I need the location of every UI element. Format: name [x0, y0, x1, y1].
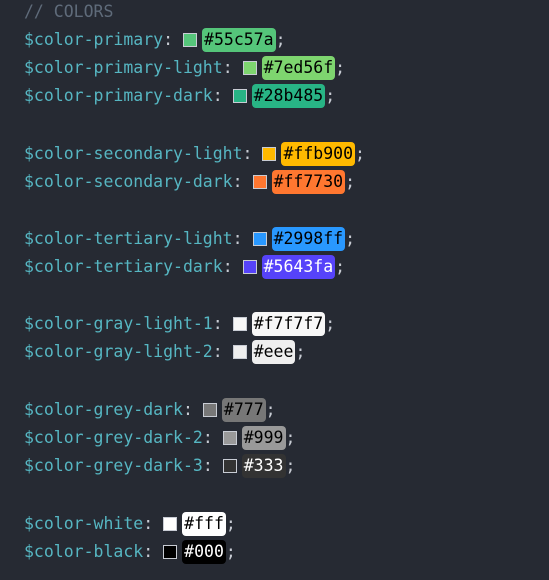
semicolon: ; — [275, 30, 286, 49]
code-line: $color-primary-dark: #28b485; — [24, 82, 335, 110]
color-swatch[interactable] — [183, 33, 198, 47]
color-swatch[interactable] — [232, 345, 247, 359]
color-value: #eee — [251, 340, 296, 364]
variable-name: $color-grey-dark-3 — [24, 456, 203, 475]
semicolon: ; — [225, 542, 236, 561]
color-swatch[interactable] — [262, 147, 277, 161]
color-swatch[interactable] — [232, 89, 247, 103]
color-value: #ff7730 — [271, 170, 346, 194]
colon: : — [182, 400, 193, 419]
code-line: $color-black: #000; — [24, 538, 236, 566]
variable-name: $color-primary-dark — [24, 86, 213, 105]
semicolon: ; — [295, 342, 306, 361]
code-line: $color-primary: #55c57a; — [24, 26, 286, 54]
variable-name: $color-primary — [24, 30, 164, 49]
semicolon: ; — [345, 172, 356, 191]
color-value: #000 — [182, 540, 226, 564]
colon: : — [212, 342, 223, 361]
semicolon: ; — [345, 229, 356, 248]
color-value: #ffb900 — [281, 142, 356, 166]
color-value: #5643fa — [261, 255, 336, 279]
colon: : — [212, 86, 223, 105]
code-line: $color-secondary-dark: #ff7730; — [24, 168, 355, 196]
colon: : — [232, 229, 243, 248]
colon: : — [222, 257, 233, 276]
variable-name: $color-gray-light-2 — [24, 342, 213, 361]
variable-name: $color-gray-light-1 — [24, 314, 213, 333]
comment-text: // COLORS — [24, 2, 114, 21]
color-value: #777 — [221, 398, 266, 422]
colon: : — [143, 542, 154, 561]
code-line: $color-grey-dark-2: #999; — [24, 424, 295, 452]
color-swatch[interactable] — [163, 517, 178, 531]
color-value: #7ed56f — [261, 56, 336, 80]
color-swatch[interactable] — [252, 175, 267, 189]
color-swatch[interactable] — [163, 545, 178, 559]
color-value: #55c57a — [202, 28, 276, 52]
variable-name: $color-tertiary-light — [24, 229, 233, 248]
variable-name: $color-secondary-light — [24, 144, 243, 163]
color-swatch[interactable] — [222, 431, 237, 445]
color-swatch[interactable] — [232, 317, 247, 331]
variable-name: $color-white — [24, 514, 144, 533]
colon: : — [222, 58, 233, 77]
semicolon: ; — [285, 456, 296, 475]
code-line: $color-secondary-light: #ffb900; — [24, 140, 365, 168]
code-line: $color-primary-light: #7ed56f; — [24, 54, 345, 82]
color-value: #2998ff — [271, 227, 346, 251]
semicolon: ; — [225, 514, 236, 533]
code-line: $color-tertiary-light: #2998ff; — [24, 225, 355, 253]
code-line: $color-grey-dark: #777; — [24, 396, 276, 424]
color-swatch[interactable] — [202, 403, 217, 417]
color-swatch[interactable] — [242, 260, 257, 274]
code-line: $color-white: #fff; — [24, 510, 236, 538]
variable-name: $color-black — [24, 542, 144, 561]
variable-name: $color-grey-dark — [24, 400, 183, 419]
colon: : — [163, 30, 174, 49]
semicolon: ; — [355, 144, 365, 163]
color-swatch[interactable] — [222, 459, 237, 473]
colon: : — [143, 514, 154, 533]
code-line: $color-gray-light-1: #f7f7f7; — [24, 310, 335, 338]
semicolon: ; — [325, 86, 336, 105]
colon: : — [242, 144, 253, 163]
colon: : — [212, 314, 223, 333]
semicolon: ; — [335, 58, 346, 77]
colon: : — [202, 456, 213, 475]
variable-name: $color-tertiary-dark — [24, 257, 223, 276]
color-swatch[interactable] — [242, 61, 257, 75]
code-line: $color-tertiary-dark: #5643fa; — [24, 253, 345, 281]
semicolon: ; — [335, 257, 346, 276]
variable-name: $color-grey-dark-2 — [24, 428, 203, 447]
colon: : — [232, 172, 243, 191]
code-editor[interactable]: // COLORS $color-primary: #55c57a; $color-… — [0, 0, 549, 580]
colon: : — [202, 428, 213, 447]
color-value: #999 — [241, 426, 286, 450]
color-value: #fff — [182, 512, 226, 536]
semicolon: ; — [325, 314, 336, 333]
variable-name: $color-primary-light — [24, 58, 223, 77]
semicolon: ; — [285, 428, 296, 447]
color-value: #28b485 — [251, 84, 326, 108]
code-line: $color-gray-light-2: #eee; — [24, 338, 305, 366]
code-line: $color-grey-dark-3: #333; — [24, 452, 295, 480]
color-value: #f7f7f7 — [251, 312, 326, 336]
comment-line: // COLORS — [24, 0, 113, 26]
color-value: #333 — [241, 454, 286, 478]
color-swatch[interactable] — [252, 232, 267, 246]
variable-name: $color-secondary-dark — [24, 172, 233, 191]
semicolon: ; — [265, 400, 276, 419]
